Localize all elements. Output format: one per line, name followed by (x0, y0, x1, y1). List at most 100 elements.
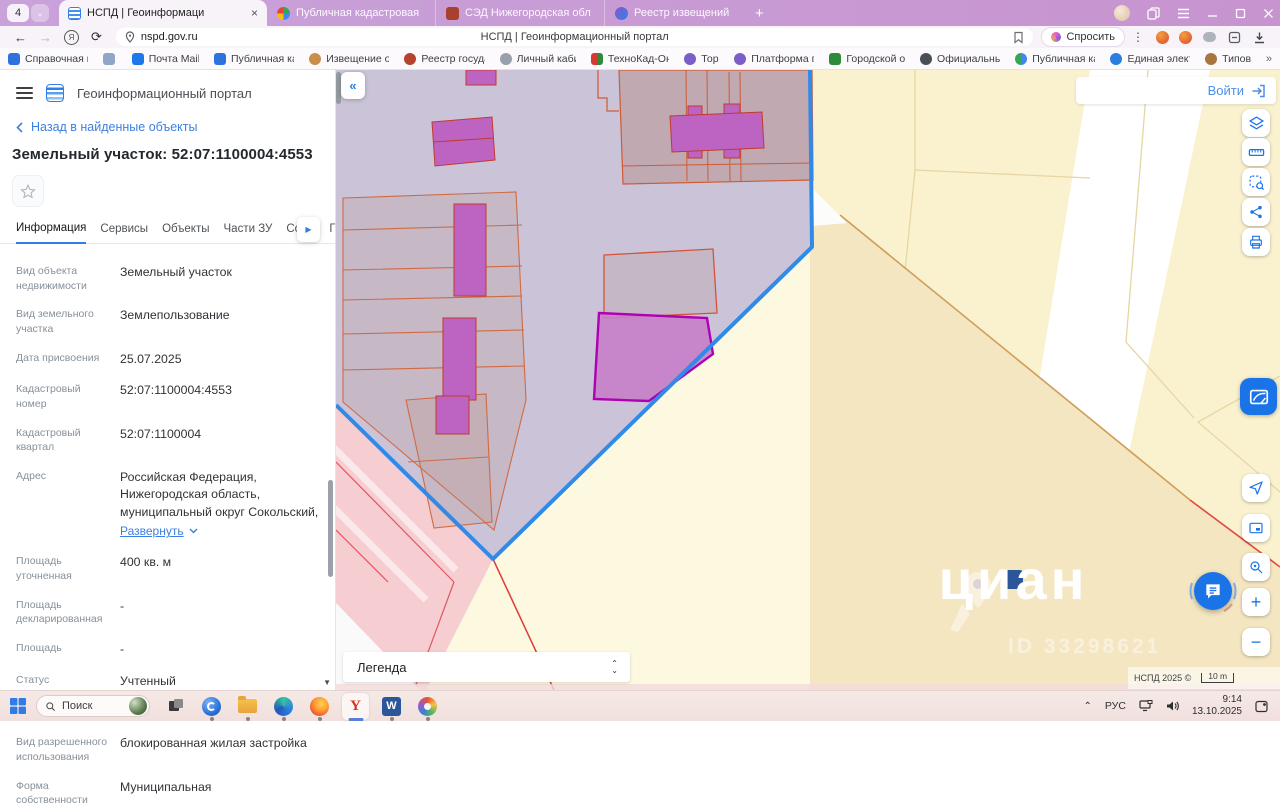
bookmark-item[interactable]: Публичная кадас (213, 52, 294, 65)
app-word[interactable]: W (378, 693, 405, 721)
bookmark-item[interactable] (103, 52, 117, 65)
app-paint[interactable] (414, 693, 441, 721)
chat-widget-button[interactable] (1188, 566, 1238, 616)
clock[interactable]: 9:14 13.10.2025 (1192, 694, 1242, 719)
basemap-button[interactable] (1242, 514, 1270, 542)
bookmark-item[interactable]: Единая электрон (1110, 52, 1190, 65)
feedback-sticker-button[interactable] (1240, 378, 1277, 415)
maximize-icon[interactable] (1235, 8, 1246, 19)
address-bar[interactable]: nspd.gov.ru НСПД | Геоинформационный пор… (115, 28, 1034, 46)
network-icon[interactable] (1139, 700, 1153, 712)
bookmark-item[interactable]: Торги (684, 52, 719, 65)
legend-bar[interactable]: Легенда ⌃ ⌄ (343, 652, 630, 682)
nspd-logo-icon[interactable] (46, 84, 64, 102)
profile-icon[interactable] (1156, 30, 1169, 44)
notifications-icon[interactable] (1255, 700, 1268, 713)
reload-icon[interactable]: ⟳ (91, 29, 102, 45)
browser-mode-icon[interactable]: Я (64, 29, 79, 45)
tab-count[interactable]: 4 (7, 4, 29, 22)
chevron-down-icon (189, 528, 198, 534)
login-icon (1252, 84, 1265, 97)
app-file-explorer[interactable] (234, 693, 261, 721)
forward-icon[interactable]: → (39, 30, 52, 45)
field-row: Статус Учтенный (16, 673, 176, 688)
minimize-icon[interactable] (1207, 8, 1218, 19)
tab-objects[interactable]: Объекты (162, 223, 209, 243)
bookmark-item[interactable]: Реестр государст (404, 52, 485, 65)
ask-ai-button[interactable]: Спросить (1041, 27, 1125, 47)
chevron-down-icon[interactable]: ⌄ (31, 4, 49, 22)
tab-information[interactable]: Информация (16, 222, 87, 244)
bookmark-item[interactable]: Справочная инфо (8, 52, 88, 65)
more-options-icon[interactable]: ⋮ (1132, 30, 1144, 44)
bookmark-item[interactable]: Платформа госуд (734, 52, 814, 65)
bookmark-item[interactable]: Извещение о про (309, 52, 389, 65)
bookmark-item[interactable]: Типовой (1205, 52, 1251, 65)
task-view-button[interactable] (162, 693, 189, 720)
scroll-down-icon[interactable]: ▼ (323, 678, 331, 687)
browser-tab[interactable]: СЭД Нижегородская обл (435, 0, 604, 26)
start-button[interactable] (9, 697, 27, 715)
zoom-in-button[interactable]: + (1242, 588, 1270, 616)
menu-icon[interactable] (1177, 8, 1190, 19)
new-tab-button[interactable]: + (755, 5, 764, 22)
app-title: Геоинформационный портал (77, 85, 252, 101)
expand-address-link[interactable]: Развернуть (120, 524, 198, 538)
zoom-out-button[interactable]: − (1242, 628, 1270, 656)
legend-expand-icon[interactable]: ⌃ ⌄ (611, 659, 618, 674)
extensions-icon[interactable] (1228, 31, 1241, 44)
back-to-results-link[interactable]: Назад в найденные объекты (16, 120, 319, 134)
bookmark-item[interactable]: Публичная кадас (1015, 52, 1095, 65)
cloud-icon[interactable] (1203, 32, 1216, 42)
bookmarks-overflow-button[interactable]: » (1266, 53, 1272, 65)
app-firefox[interactable] (306, 693, 333, 721)
map-canvas[interactable]: « Войти + − циан ID 33298621 Легенда ⌃ ⌄ … (336, 70, 1280, 690)
close-tab-icon[interactable]: × (251, 6, 258, 20)
close-window-icon[interactable] (1263, 8, 1274, 19)
language-indicator[interactable]: РУС (1105, 700, 1126, 712)
tab-groups-icon[interactable] (1147, 6, 1160, 20)
share-button[interactable] (1242, 198, 1270, 226)
bookmark-item[interactable]: Официальный по (920, 52, 1000, 65)
alice-avatar-icon[interactable] (1114, 5, 1130, 21)
app-edge[interactable] (270, 693, 297, 721)
bookmark-item[interactable]: Личный кабинет (499, 52, 576, 65)
tab-services[interactable]: Сервисы (100, 223, 148, 243)
locate-me-button[interactable] (1242, 474, 1270, 502)
bookmark-item[interactable]: ТехноКад-Онлай (590, 52, 669, 65)
login-bar[interactable]: Войти (1076, 77, 1276, 104)
tab-counter[interactable]: 4 ⌄ (7, 4, 49, 22)
print-button[interactable] (1242, 228, 1270, 256)
hidden-icons-chevron[interactable]: ⌃ (1084, 701, 1092, 712)
bookmark-flag-icon[interactable] (1013, 31, 1024, 44)
browser-tab[interactable]: Публичная кадастровая (267, 0, 435, 26)
downloads-icon[interactable] (1253, 31, 1266, 44)
field-row-address: Адрес Российская Федерация, Нижегородска… (16, 469, 319, 539)
bookmark-item[interactable]: Почта Mail.Ru (131, 52, 199, 65)
layers-button[interactable] (1242, 109, 1270, 137)
collapse-panel-button[interactable]: « (341, 72, 365, 99)
yandex-icon: Y (350, 697, 361, 714)
measure-button[interactable] (1242, 138, 1270, 166)
browser-tab[interactable]: Реестр извещений (604, 0, 743, 26)
bookmark-item[interactable]: Городской округ (829, 52, 905, 65)
tab-parts[interactable]: Части ЗУ (224, 223, 273, 243)
search-coordinates-button[interactable] (1242, 553, 1270, 581)
panel-scrollbar-thumb[interactable] (328, 480, 333, 577)
app-yandex-browser[interactable]: Y (342, 692, 369, 721)
nspd-favicon (68, 6, 81, 20)
tabs-scroll-right-button[interactable]: ▶ (297, 217, 320, 242)
layers-icon (1248, 115, 1264, 130)
gift-icon[interactable] (1179, 30, 1192, 44)
navigate-arrow-icon (1249, 481, 1263, 495)
volume-icon[interactable] (1166, 700, 1179, 712)
tab-truncated[interactable]: Г (329, 223, 335, 243)
select-area-button[interactable] (1242, 168, 1270, 196)
back-icon[interactable]: ← (14, 30, 27, 45)
app-defender[interactable] (198, 693, 225, 721)
taskbar-search[interactable]: Поиск (36, 695, 150, 717)
favorite-star-button[interactable] (12, 175, 44, 207)
tab-title: Публичная кадастровая (296, 7, 420, 19)
menu-burger-icon[interactable] (16, 87, 33, 99)
browser-tab-active[interactable]: НСПД | Геоинформаци × (59, 0, 267, 26)
